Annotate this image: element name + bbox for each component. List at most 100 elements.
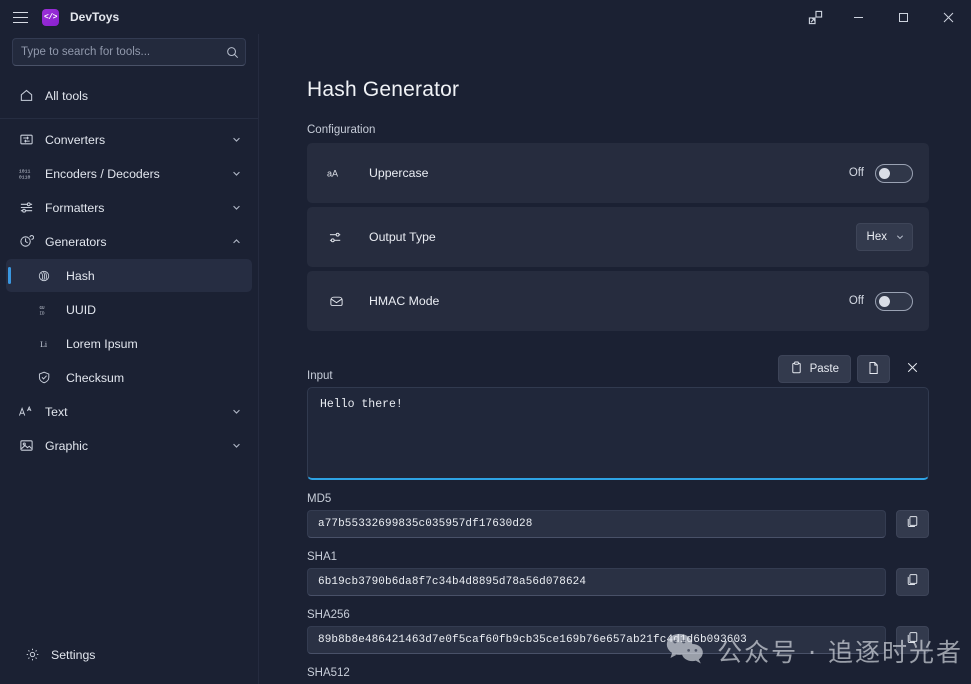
clear-x-icon (906, 361, 919, 377)
config-row-label: HMAC Mode (369, 294, 849, 308)
config-row-hmac-mode: HMAC Mode Off (307, 271, 929, 331)
sidebar: All tools Converters (0, 34, 259, 684)
chevron-down-icon[interactable] (231, 440, 244, 451)
sidebar-item-label: Text (45, 405, 231, 419)
sidebar-item-text[interactable]: Text (6, 395, 252, 428)
hash-row: 6b19cb3790b6da8f7c34b4d8895d78a56d078624 (307, 568, 929, 596)
hash-block-sha512: SHA512 (307, 667, 929, 679)
sidebar-item-uuid[interactable]: GU ID UUID (6, 293, 252, 326)
sidebar-item-formatters[interactable]: Formatters (6, 191, 252, 224)
clear-button[interactable] (896, 355, 929, 383)
sidebar-item-label: Encoders / Decoders (45, 167, 231, 181)
search-icon[interactable] (219, 46, 245, 59)
envelope-icon (325, 294, 347, 309)
hash-block-sha256: SHA256 89b8b8e486421463d7e0f5caf60fb9cb3… (307, 609, 929, 654)
sidebar-item-graphic[interactable]: Graphic (6, 429, 252, 462)
sidebar-item-label: All tools (45, 89, 244, 103)
copy-md5-button[interactable] (896, 510, 929, 538)
chevron-down-icon[interactable] (231, 134, 244, 145)
hash-value: 89b8b8e486421463d7e0f5caf60fb9cb35ce169b… (318, 634, 747, 646)
close-button[interactable] (926, 0, 971, 34)
search-container (0, 34, 258, 76)
svg-text:1011: 1011 (19, 169, 31, 175)
config-row-label: Uppercase (369, 166, 849, 180)
chevron-down-icon[interactable] (231, 406, 244, 417)
output-type-dropdown[interactable]: Hex (856, 223, 913, 251)
input-toolbar: Paste (778, 355, 929, 383)
sidebar-item-checksum[interactable]: Checksum (6, 361, 252, 394)
hash-label: SHA512 (307, 667, 929, 679)
sha256-output-field[interactable]: 89b8b8e486421463d7e0f5caf60fb9cb35ce169b… (307, 626, 886, 654)
toggle-knob (879, 296, 890, 307)
main-content: Hash Generator Configuration aA Uppercas… (259, 34, 971, 684)
formatters-icon (14, 200, 38, 215)
paste-button[interactable]: Paste (778, 355, 851, 383)
page-title: Hash Generator (307, 78, 929, 102)
sidebar-item-label: Graphic (45, 439, 231, 453)
input-header: Input Paste (307, 349, 929, 383)
compact-overlay-icon[interactable] (795, 0, 835, 34)
hash-value: a77b55332699835c035957df17630d28 (318, 518, 532, 530)
input-text-value: Hello there! (320, 398, 403, 411)
sidebar-item-label: Settings (51, 648, 238, 662)
chevron-up-icon[interactable] (231, 236, 244, 247)
minimize-button[interactable] (836, 0, 881, 34)
chevron-down-icon[interactable] (231, 168, 244, 179)
configuration-label: Configuration (307, 124, 929, 136)
sidebar-item-all-tools[interactable]: All tools (6, 79, 252, 112)
copy-sha1-button[interactable] (896, 568, 929, 596)
devtoys-window: </> DevToys (0, 0, 971, 684)
hmac-toggle[interactable] (875, 292, 913, 311)
hash-label: SHA256 (307, 609, 929, 621)
copy-icon (906, 631, 919, 649)
converters-icon (14, 132, 38, 147)
open-file-icon (867, 361, 880, 378)
hash-block-sha1: SHA1 6b19cb3790b6da8f7c34b4d8895d78a56d0… (307, 551, 929, 596)
case-aA-icon: aA (325, 166, 347, 180)
app-title: DevToys (70, 10, 119, 24)
sidebar-item-label: Checksum (66, 371, 244, 385)
sidebar-divider (0, 118, 258, 119)
sidebar-item-converters[interactable]: Converters (6, 123, 252, 156)
hash-row: a77b55332699835c035957df17630d28 (307, 510, 929, 538)
sidebar-item-label: Formatters (45, 201, 231, 215)
input-textarea[interactable]: Hello there! (307, 387, 929, 480)
text-icon (14, 404, 38, 419)
copy-icon (906, 515, 919, 533)
toggle-knob (879, 168, 890, 179)
svg-text:ID: ID (39, 312, 44, 316)
md5-output-field[interactable]: a77b55332699835c035957df17630d28 (307, 510, 886, 538)
svg-text:Li: Li (40, 340, 48, 349)
copy-sha256-button[interactable] (896, 626, 929, 654)
uppercase-toggle[interactable] (875, 164, 913, 183)
chevron-down-icon[interactable] (231, 202, 244, 213)
hmac-toggle-group: Off (849, 292, 913, 311)
sidebar-item-hash[interactable]: Hash (6, 259, 252, 292)
config-row-label: Output Type (369, 230, 856, 244)
uppercase-toggle-group: Off (849, 164, 913, 183)
hamburger-menu-icon[interactable] (0, 1, 40, 33)
search-input[interactable] (13, 46, 219, 58)
toggle-state-label: Off (849, 167, 864, 179)
sidebar-nav: All tools Converters (0, 76, 258, 633)
checksum-icon (32, 370, 56, 385)
config-row-output-type: Output Type Hex (307, 207, 929, 267)
toggle-state-label: Off (849, 295, 864, 307)
hash-label: SHA1 (307, 551, 929, 563)
hash-row: 89b8b8e486421463d7e0f5caf60fb9cb35ce169b… (307, 626, 929, 654)
search-box[interactable] (12, 38, 246, 66)
window-controls (836, 0, 971, 34)
sidebar-item-label: Generators (45, 235, 231, 249)
sidebar-item-lorem-ipsum[interactable]: Li Lorem Ipsum (6, 327, 252, 360)
dropdown-value: Hex (867, 231, 887, 243)
sha1-output-field[interactable]: 6b19cb3790b6da8f7c34b4d8895d78a56d078624 (307, 568, 886, 596)
sidebar-item-generators[interactable]: Generators (6, 225, 252, 258)
sliders-icon (325, 230, 347, 245)
open-file-button[interactable] (857, 355, 890, 383)
sidebar-item-settings[interactable]: Settings (12, 638, 246, 671)
sidebar-item-encoders-decoders[interactable]: 1011 0110 Encoders / Decoders (6, 157, 252, 190)
maximize-button[interactable] (881, 0, 926, 34)
sidebar-item-label: Converters (45, 133, 231, 147)
hash-block-md5: MD5 a77b55332699835c035957df17630d28 (307, 493, 929, 538)
svg-text:GU: GU (39, 307, 44, 311)
